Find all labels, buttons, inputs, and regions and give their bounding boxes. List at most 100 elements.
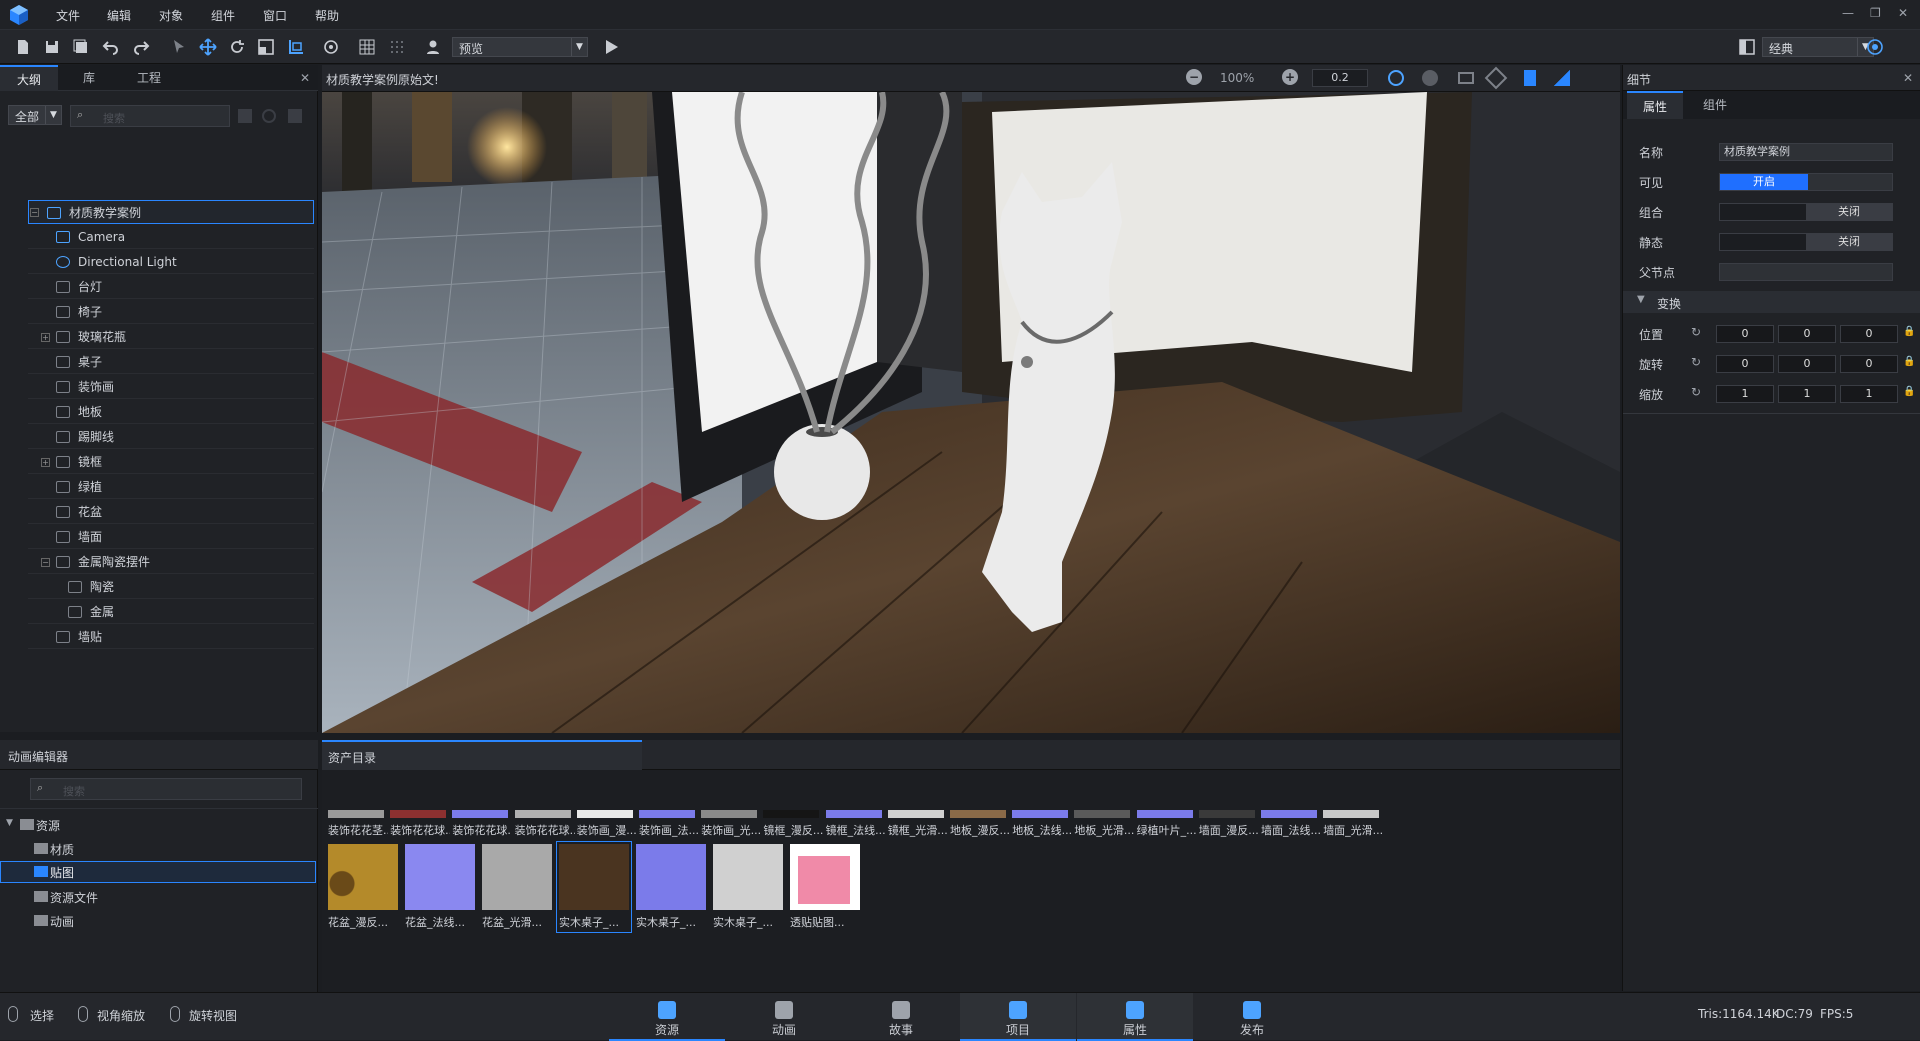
asset-thumbnail[interactable] [887,810,944,818]
asset-thumbnail[interactable] [1074,810,1131,818]
visible-toggle[interactable]: 开启 [1719,173,1893,191]
lock-icon[interactable]: 🔒 [1903,326,1915,337]
reset-position-icon[interactable]: ↻ [1691,325,1701,339]
scale-tool-icon[interactable] [255,36,277,58]
outline-item[interactable]: Directional Light [28,250,314,274]
close-icon[interactable]: ✕ [1898,6,1908,20]
nav-tab-publish[interactable]: 发布 [1194,993,1310,1041]
menu-file[interactable]: 文件 [56,7,80,24]
rotation-z[interactable]: 0 [1840,355,1898,373]
outline-item[interactable]: 墙面 [28,525,314,549]
bug-icon[interactable] [1422,70,1438,86]
tree-expander-icon[interactable]: + [41,333,50,342]
asset-thumbnail[interactable] [390,810,447,818]
stats-icon[interactable] [1554,70,1570,86]
tab-asset-catalog[interactable]: 资产目录 [322,740,642,770]
asset-thumbnail[interactable] [452,810,509,818]
outline-filter-dropdown[interactable]: 全部 ▼ [8,105,62,125]
tab-outline[interactable]: 大纲 [0,65,58,91]
asset-thumbnail[interactable] [825,810,882,818]
asset-thumbnail[interactable] [639,810,695,818]
outline-item[interactable]: 椅子 [28,300,314,324]
asset-item[interactable]: 透贴贴图... [790,844,860,930]
asset-thumbnail[interactable] [1136,810,1193,818]
outline-item[interactable]: 玻璃花瓶 [28,325,314,349]
asset-thumbnail[interactable] [763,810,820,818]
outline-item[interactable]: 陶瓷 [28,575,314,599]
asset-thumbnail[interactable] [514,810,571,818]
add-node-icon[interactable] [238,109,252,123]
view-mode-dropdown[interactable]: 预览 ▼ [452,37,588,57]
outline-item[interactable]: Camera [28,225,314,249]
pivot-icon[interactable] [320,36,342,58]
outline-item[interactable]: 桌子 [28,350,314,374]
tree-expander-icon[interactable]: + [41,458,50,467]
name-field[interactable]: 材质教学案例 [1719,143,1893,161]
asset-thumbnail[interactable] [1012,810,1069,818]
outline-item[interactable]: 台灯 [28,275,314,299]
static-toggle[interactable]: 关闭 [1719,233,1893,251]
outline-item[interactable]: 装饰画 [28,375,314,399]
redo-icon[interactable] [130,36,152,58]
tree-item-materials[interactable]: 材质 [0,838,318,860]
asset-thumbnail[interactable] [1261,810,1317,818]
asset-thumbnail[interactable] [1323,810,1380,818]
snap-tool-icon[interactable] [285,36,307,58]
restore-icon[interactable]: ❐ [1870,6,1881,20]
outline-item[interactable]: 金属陶瓷摆件 [28,550,314,574]
asset-thumbnail[interactable] [950,810,1006,818]
scale-x[interactable]: 1 [1716,385,1774,403]
group-toggle[interactable]: 关闭 [1719,203,1893,221]
phone-preview-icon[interactable] [1524,70,1536,86]
undo-icon[interactable] [100,36,122,58]
outline-item[interactable]: 花盆 [28,500,314,524]
tree-expander-icon[interactable]: − [41,558,50,567]
rotation-y[interactable]: 0 [1778,355,1836,373]
menu-component[interactable]: 组件 [211,7,235,24]
outline-item[interactable]: 绿植 [28,475,314,499]
outline-item[interactable]: 地板 [28,400,314,424]
asset-item[interactable]: 实木桌子_... [556,841,632,933]
scale-z[interactable]: 1 [1840,385,1898,403]
layout-icon[interactable] [1736,36,1758,58]
position-y[interactable]: 0 [1778,325,1836,343]
reset-rotation-icon[interactable]: ↻ [1691,355,1701,369]
select-tool-icon[interactable] [168,36,190,58]
menu-object[interactable]: 对象 [159,7,183,24]
outline-search-input[interactable]: ⌕ 搜索 [70,105,230,127]
camera-view-icon[interactable] [1458,72,1474,84]
transform-section[interactable]: ▼ 变换 [1623,291,1920,313]
menu-edit[interactable]: 编辑 [107,7,131,24]
nav-tab-story[interactable]: 故事 [843,993,959,1041]
rotate-tool-icon[interactable] [226,36,248,58]
tree-item-animations[interactable]: 动画 [0,910,318,932]
grid-icon[interactable] [356,36,378,58]
outline-item[interactable]: 金属 [28,600,314,624]
asset-thumbnail[interactable] [1198,810,1255,818]
rotation-x[interactable]: 0 [1716,355,1774,373]
asset-item[interactable]: 实木桌子_... [636,844,706,930]
scene-render[interactable] [322,92,1620,733]
outline-item[interactable]: 镜框 [28,450,314,474]
outline-item[interactable]: 材质教学案例 [28,200,314,224]
filter-icon[interactable] [288,109,302,123]
cube-view-icon[interactable] [1484,66,1508,90]
play-icon[interactable] [600,36,622,58]
asset-item[interactable]: 花盆_漫反... [328,844,398,930]
reset-scale-icon[interactable]: ↻ [1691,385,1701,399]
zoom-out-icon[interactable]: − [1186,69,1202,85]
avatar-icon[interactable] [422,36,444,58]
tab-project[interactable]: 工程 [120,65,178,91]
tree-item-textures[interactable]: 贴图 [0,861,316,883]
tree-item-resources[interactable]: ▼ 资源 [0,814,318,836]
parent-field[interactable] [1719,263,1893,281]
layout-dropdown[interactable]: 经典 ▼ [1762,37,1874,57]
sync-view-icon[interactable] [1388,70,1404,86]
nav-tab-animation[interactable]: 动画 [726,993,842,1041]
save-all-icon[interactable] [70,36,92,58]
position-x[interactable]: 0 [1716,325,1774,343]
tree-expander-icon[interactable]: − [30,208,39,217]
close-panel-icon[interactable]: ✕ [300,71,310,85]
position-z[interactable]: 0 [1840,325,1898,343]
move-tool-icon[interactable] [197,36,219,58]
